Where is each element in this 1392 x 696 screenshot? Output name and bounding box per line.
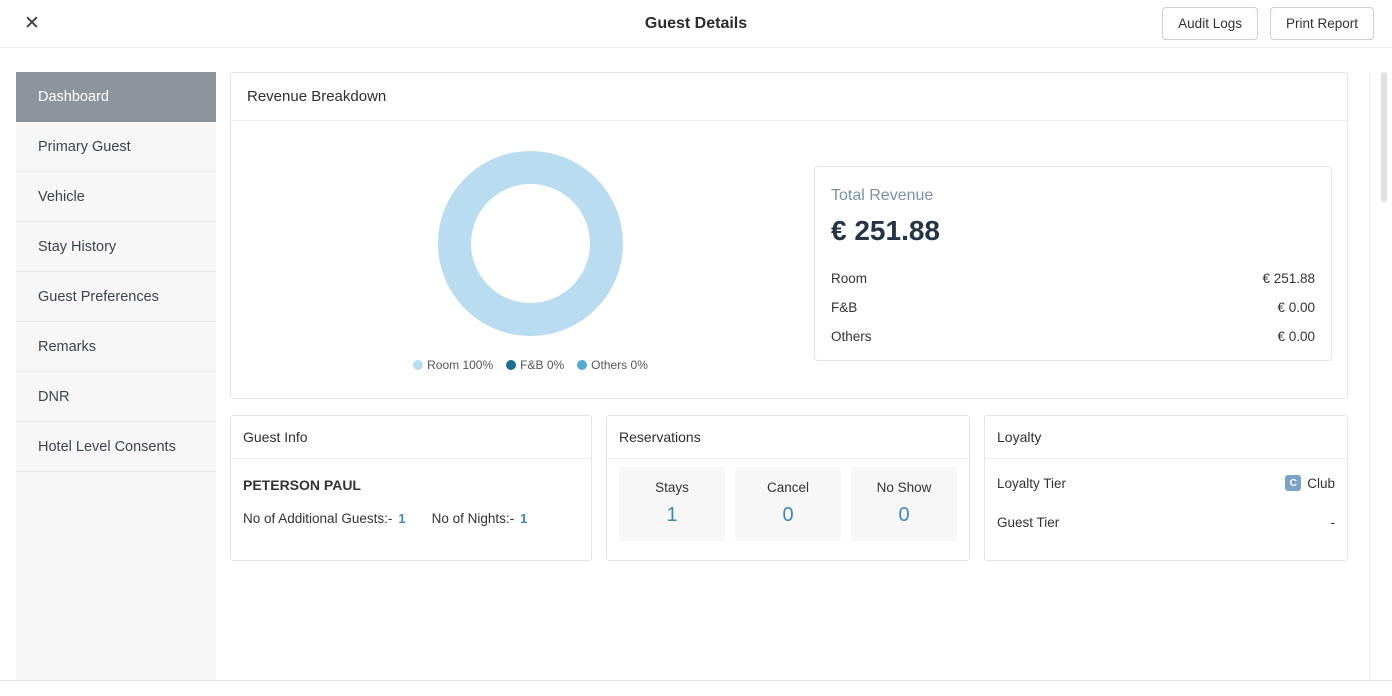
legend-label-fb: F&B 0% <box>520 358 564 372</box>
guest-tier-value: - <box>1331 515 1336 530</box>
sidebar-item-remarks[interactable]: Remarks <box>16 322 216 372</box>
reservations-body: Stays 1 Cancel 0 No Show 0 <box>607 459 969 555</box>
legend-item-fb: F&B 0% <box>506 358 564 372</box>
no-show-label: No Show <box>859 480 949 495</box>
content: Revenue Breakdown Room 100% F&B 0% <box>230 72 1348 680</box>
revenue-donut <box>438 151 623 336</box>
summary-cards-row: Guest Info PETERSON PAUL No of Additiona… <box>230 415 1348 561</box>
guest-info-title: Guest Info <box>231 416 591 459</box>
revenue-row-room-label: Room <box>831 271 867 286</box>
legend-dot-fb-icon <box>506 360 516 370</box>
total-revenue-card: Total Revenue € 251.88 Room € 251.88 F&B… <box>814 166 1332 361</box>
guest-name: PETERSON PAUL <box>243 477 579 493</box>
loyalty-tier-label: Loyalty Tier <box>997 476 1066 491</box>
additional-guests-count[interactable]: 1 <box>398 511 405 526</box>
header-actions: Audit Logs Print Report <box>1162 7 1374 40</box>
loyalty-tier-row: Loyalty Tier C Club <box>997 475 1335 491</box>
revenue-breakdown-title: Revenue Breakdown <box>231 73 1347 121</box>
revenue-row-others-value: € 0.00 <box>1277 329 1315 344</box>
sidebar-item-guest-preferences[interactable]: Guest Preferences <box>16 272 216 322</box>
revenue-breakdown-body: Room 100% F&B 0% Others 0% Total Reven <box>231 121 1347 398</box>
revenue-row-others: Others € 0.00 <box>831 329 1315 344</box>
legend-item-room: Room 100% <box>413 358 493 372</box>
loyalty-body: Loyalty Tier C Club Guest Tier - <box>985 459 1347 546</box>
guest-tier-label: Guest Tier <box>997 515 1059 530</box>
sidebar-item-hotel-level-consents[interactable]: Hotel Level Consents <box>16 422 216 472</box>
nights-label: No of Nights:- <box>432 511 515 526</box>
legend-item-others: Others 0% <box>577 358 648 372</box>
loyalty-tier-value: C Club <box>1285 475 1335 491</box>
revenue-row-others-label: Others <box>831 329 872 344</box>
reservations-title: Reservations <box>607 416 969 459</box>
stat-box-cancel: Cancel 0 <box>735 467 841 541</box>
sidebar-item-stay-history[interactable]: Stay History <box>16 222 216 272</box>
no-show-value: 0 <box>859 504 949 527</box>
revenue-row-fb: F&B € 0.00 <box>831 300 1315 315</box>
content-right-divider <box>1369 72 1370 681</box>
sidebar-item-primary-guest[interactable]: Primary Guest <box>16 122 216 172</box>
guest-tier-row: Guest Tier - <box>997 515 1335 530</box>
cancel-value: 0 <box>743 504 833 527</box>
revenue-row-fb-label: F&B <box>831 300 857 315</box>
loyalty-title: Loyalty <box>985 416 1347 459</box>
stays-value: 1 <box>627 504 717 527</box>
reservations-card: Reservations Stays 1 Cancel 0 No Show 0 <box>606 415 970 561</box>
legend-label-room: Room 100% <box>427 358 493 372</box>
revenue-row-room-value: € 251.88 <box>1262 271 1315 286</box>
audit-logs-button[interactable]: Audit Logs <box>1162 7 1258 40</box>
legend-label-others: Others 0% <box>591 358 648 372</box>
stays-label: Stays <box>627 480 717 495</box>
scrollbar-thumb[interactable] <box>1381 72 1387 202</box>
revenue-row-room: Room € 251.88 <box>831 271 1315 286</box>
nights-count[interactable]: 1 <box>520 511 527 526</box>
sidebar-item-dashboard[interactable]: Dashboard <box>16 72 216 122</box>
sidebar-item-dnr[interactable]: DNR <box>16 372 216 422</box>
revenue-breakdown-card: Revenue Breakdown Room 100% F&B 0% <box>230 72 1348 399</box>
chart-legend: Room 100% F&B 0% Others 0% <box>413 358 648 372</box>
guest-info-card: Guest Info PETERSON PAUL No of Additiona… <box>230 415 592 561</box>
stat-box-no-show: No Show 0 <box>851 467 957 541</box>
page-title: Guest Details <box>645 15 747 33</box>
club-badge-icon: C <box>1285 475 1301 491</box>
cancel-label: Cancel <box>743 480 833 495</box>
sidebar: Dashboard Primary Guest Vehicle Stay His… <box>16 72 216 680</box>
scrollbar[interactable] <box>1381 72 1387 681</box>
main-layout: Dashboard Primary Guest Vehicle Stay His… <box>0 72 1392 681</box>
loyalty-card: Loyalty Loyalty Tier C Club Guest Tier - <box>984 415 1348 561</box>
revenue-row-fb-value: € 0.00 <box>1277 300 1315 315</box>
header: ✕ Guest Details Audit Logs Print Report <box>0 0 1392 48</box>
guest-counts-line: No of Additional Guests:- 1 No of Nights… <box>243 511 579 526</box>
additional-guests-label: No of Additional Guests:- <box>243 511 392 526</box>
print-report-button[interactable]: Print Report <box>1270 7 1374 40</box>
legend-dot-others-icon <box>577 360 587 370</box>
total-revenue-title: Total Revenue <box>831 187 1315 205</box>
loyalty-tier-name: Club <box>1307 476 1335 491</box>
sidebar-item-vehicle[interactable]: Vehicle <box>16 172 216 222</box>
close-icon[interactable]: ✕ <box>18 10 46 37</box>
legend-dot-room-icon <box>413 360 423 370</box>
guest-info-body: PETERSON PAUL No of Additional Guests:- … <box>231 459 591 544</box>
total-revenue-value: € 251.88 <box>831 215 1315 247</box>
revenue-donut-section: Room 100% F&B 0% Others 0% <box>247 151 814 372</box>
stat-box-stays: Stays 1 <box>619 467 725 541</box>
